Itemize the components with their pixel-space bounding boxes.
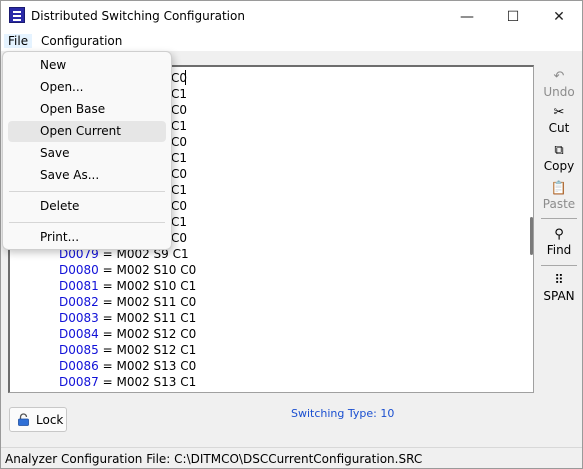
app-icon xyxy=(9,7,25,23)
lock-label: Lock xyxy=(36,413,64,427)
line-value: = M002 S11 C0 xyxy=(98,295,197,309)
code-line: D0086 = M002 S13 C0 xyxy=(59,358,196,374)
code-line: D0085 = M002 S12 C1 xyxy=(59,342,196,358)
line-key: D0081 xyxy=(59,279,99,293)
window-title: Distributed Switching Configuration xyxy=(31,9,245,23)
menu-item-open-base[interactable]: Open Base xyxy=(8,99,166,120)
scissors-icon: ✂ xyxy=(553,105,565,120)
copy-icon: ⧉ xyxy=(554,143,564,158)
line-value: = M002 S12 C0 xyxy=(98,327,197,341)
toolbar-divider xyxy=(541,265,577,266)
find-button[interactable]: ⚲ Find xyxy=(539,227,579,263)
line-key: D0085 xyxy=(59,343,99,357)
menu-bar: File Configuration xyxy=(1,32,582,51)
partial-line: C1 xyxy=(171,87,188,101)
status-bar: Analyzer Configuration File: C:\DITMCO\D… xyxy=(1,447,582,468)
span-label: SPAN xyxy=(543,289,575,303)
code-line: D0082 = M002 S11 C0 xyxy=(59,294,196,310)
status-text: Analyzer Configuration File: C:\DITMCO\D… xyxy=(5,452,423,466)
partial-line: C0 xyxy=(171,103,188,117)
switching-type-label: Switching Type: 10 xyxy=(291,407,395,420)
partial-line: C0 xyxy=(171,167,188,181)
menu-separator xyxy=(9,191,165,192)
line-value: = M002 S10 C0 xyxy=(98,263,197,277)
span-button[interactable]: ⠿ SPAN xyxy=(539,273,579,309)
menu-item-new[interactable]: New xyxy=(8,55,166,76)
copy-button[interactable]: ⧉ Copy xyxy=(539,143,579,179)
lock-button[interactable]: Lock xyxy=(9,407,67,432)
line-key: D0084 xyxy=(59,327,99,341)
line-key: D0080 xyxy=(59,263,99,277)
line-value: = M002 S13 C1 xyxy=(98,375,197,389)
partial-line: C0 xyxy=(171,135,188,149)
cut-label: Cut xyxy=(548,121,570,135)
partial-line: C1 xyxy=(171,151,188,165)
line-value: = M002 S13 C0 xyxy=(98,359,197,373)
paste-label: Paste xyxy=(542,197,576,211)
menu-file[interactable]: File xyxy=(4,34,33,48)
line-key: D0082 xyxy=(59,295,99,309)
scrollbar-thumb[interactable] xyxy=(530,217,533,255)
line-key: D0087 xyxy=(59,375,99,389)
code-line: D0081 = M002 S10 C1 xyxy=(59,278,196,294)
line-value: = M002 S11 C1 xyxy=(98,311,197,325)
binoculars-icon: ⚲ xyxy=(554,227,564,242)
line-value: = M002 S10 C1 xyxy=(98,279,197,293)
menu-item-delete[interactable]: Delete xyxy=(8,196,166,217)
partial-line: C0 xyxy=(171,231,188,245)
line-key: D0086 xyxy=(59,359,99,373)
menu-item-open-current[interactable]: Open Current xyxy=(8,121,166,142)
minimize-button[interactable]: — xyxy=(444,1,490,32)
menu-separator xyxy=(9,222,165,223)
span-grid-icon: ⠿ xyxy=(554,273,564,288)
main-window: Distributed Switching Configuration — ☐ … xyxy=(0,0,583,469)
line-value: = M002 S12 C1 xyxy=(98,343,197,357)
partial-line: C0 xyxy=(171,199,188,213)
toolbar-divider xyxy=(541,218,577,219)
code-line: D0080 = M002 S10 C0 xyxy=(59,262,196,278)
menu-item-open[interactable]: Open... xyxy=(8,77,166,98)
cut-button[interactable]: ✂ Cut xyxy=(539,105,579,141)
padlock-icon xyxy=(18,413,29,426)
copy-label: Copy xyxy=(543,159,575,173)
maximize-button[interactable]: ☐ xyxy=(490,1,536,32)
code-line: D0087 = M002 S13 C1 xyxy=(59,374,196,390)
undo-icon: ↶ xyxy=(553,69,565,84)
find-label: Find xyxy=(546,243,572,257)
menu-configuration[interactable]: Configuration xyxy=(37,34,126,48)
menu-item-save[interactable]: Save xyxy=(8,143,166,164)
file-menu-dropdown: New Open... Open Base Open Current Save … xyxy=(2,51,172,250)
code-line: D0083 = M002 S11 C1 xyxy=(59,310,196,326)
paste-button[interactable]: 📋 Paste xyxy=(539,181,579,217)
partial-line: C1 xyxy=(171,119,188,133)
menu-item-save-as[interactable]: Save As... xyxy=(8,165,166,186)
title-bar: Distributed Switching Configuration — ☐ … xyxy=(1,1,582,32)
paste-icon: 📋 xyxy=(550,181,568,196)
line-key: D0083 xyxy=(59,311,99,325)
undo-label: Undo xyxy=(543,85,575,99)
close-button[interactable]: ✕ xyxy=(536,1,582,32)
partial-line: C1 xyxy=(171,215,188,229)
menu-item-print[interactable]: Print... xyxy=(8,227,166,248)
editor-scrollbar[interactable] xyxy=(527,67,533,392)
undo-button[interactable]: ↶ Undo xyxy=(539,69,579,105)
text-caret xyxy=(185,70,186,85)
partial-line: C1 xyxy=(171,183,188,197)
code-line: D0084 = M002 S12 C0 xyxy=(59,326,196,342)
